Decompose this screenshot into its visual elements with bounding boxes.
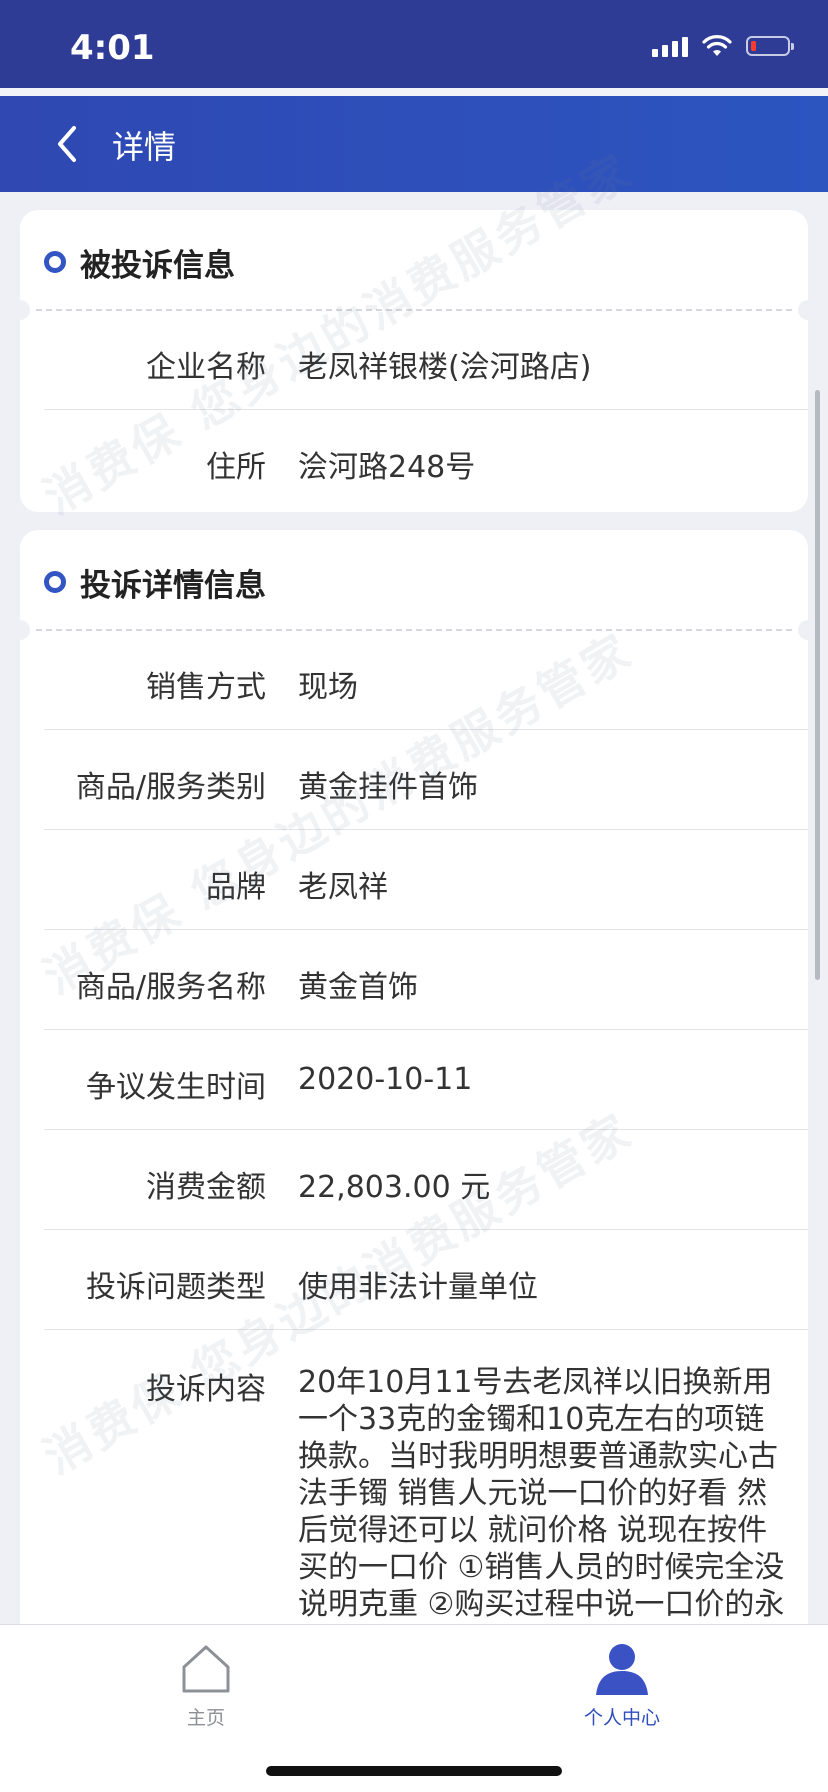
detail-screen: 4:01 详情 被投诉信息 企业名称 老凤祥银楼(浍河路店) 住所 浍河路248…	[0, 0, 828, 1792]
row-label: 消费金额	[146, 1170, 266, 1205]
tab-home[interactable]: 主页	[136, 1641, 276, 1730]
row-amount: 消费金额 22,803.00 元	[20, 1130, 808, 1230]
row-issue-type: 投诉问题类型 使用非法计量单位	[20, 1230, 808, 1330]
cellular-signal-icon	[652, 35, 688, 57]
row-label: 投诉问题类型	[86, 1270, 266, 1305]
row-label: 争议发生时间	[86, 1070, 266, 1105]
row-label: 住所	[206, 450, 266, 485]
complaint-content-text: 20年10月11号去老凤祥以旧换新用一个33克的金镯和10克左右的项链换款。当时…	[298, 1365, 785, 1622]
row-dispute-date: 争议发生时间 2020-10-11	[20, 1030, 808, 1130]
row-value: 黄金挂件首饰	[298, 770, 478, 805]
status-icons	[652, 34, 794, 58]
detail-content[interactable]: 被投诉信息 企业名称 老凤祥银楼(浍河路店) 住所 浍河路248号 投诉详情信息	[0, 192, 828, 1624]
complained-info-header: 被投诉信息	[10, 210, 818, 320]
section-dot-icon	[44, 571, 66, 593]
row-value: 黄金首饰	[298, 970, 418, 1005]
user-icon	[596, 1644, 648, 1695]
section-title: 被投诉信息	[80, 248, 235, 284]
row-product-name: 商品/服务名称 黄金首饰	[20, 930, 808, 1030]
tab-user-label: 个人中心	[583, 1707, 660, 1729]
complained-info-card: 被投诉信息 企业名称 老凤祥银楼(浍河路店) 住所 浍河路248号	[10, 210, 818, 512]
row-value: 使用非法计量单位	[298, 1270, 538, 1305]
page-title: 详情	[112, 128, 177, 166]
row-brand: 品牌 老凤祥	[20, 830, 808, 930]
row-label: 商品/服务名称	[75, 970, 266, 1005]
row-label: 商品/服务类别	[75, 770, 266, 805]
battery-level	[751, 41, 756, 51]
nav-header: 详情	[0, 96, 828, 192]
row-value: 现场	[298, 670, 358, 705]
wifi-icon	[702, 35, 732, 56]
status-divider	[0, 88, 828, 96]
row-sales-method: 销售方式 现场	[20, 630, 808, 730]
row-value: 浍河路248号	[298, 450, 476, 485]
complaint-detail-header: 投诉详情信息	[10, 530, 818, 640]
row-company-name: 企业名称 老凤祥银楼(浍河路店)	[20, 310, 808, 410]
row-category: 商品/服务类别 黄金挂件首饰	[20, 730, 808, 830]
scrollbar[interactable]	[815, 390, 820, 980]
row-complaint-content: 投诉内容 20年10月11号去老凤祥以旧换新用一个33克的金镯和10克左右的项链…	[20, 1330, 808, 1624]
home-icon	[182, 1645, 230, 1693]
row-address: 住所 浍河路248号	[20, 410, 808, 510]
section-dot-icon	[44, 251, 66, 273]
row-label: 销售方式	[146, 670, 266, 705]
row-value: 老凤祥银楼(浍河路店)	[298, 350, 592, 385]
home-indicator	[266, 1766, 562, 1776]
status-bar: 4:01	[0, 0, 828, 88]
tab-user-center[interactable]: 个人中心	[552, 1641, 692, 1730]
row-value: 2020-10-11	[298, 1062, 473, 1097]
row-value: 22,803.00 元	[298, 1170, 491, 1205]
back-arrow-icon[interactable]	[48, 120, 88, 168]
row-label: 品牌	[206, 870, 266, 905]
tab-home-label: 主页	[186, 1707, 225, 1729]
battery-icon	[746, 36, 794, 56]
row-label: 企业名称	[146, 350, 266, 385]
row-label: 投诉内容	[146, 1372, 266, 1407]
section-title: 投诉详情信息	[80, 568, 266, 604]
row-value: 老凤祥	[298, 870, 388, 905]
complaint-detail-card: 投诉详情信息 销售方式 现场 商品/服务类别 黄金挂件首饰 品牌 老凤祥 商品/…	[10, 530, 818, 1624]
status-time: 4:01	[70, 28, 155, 68]
